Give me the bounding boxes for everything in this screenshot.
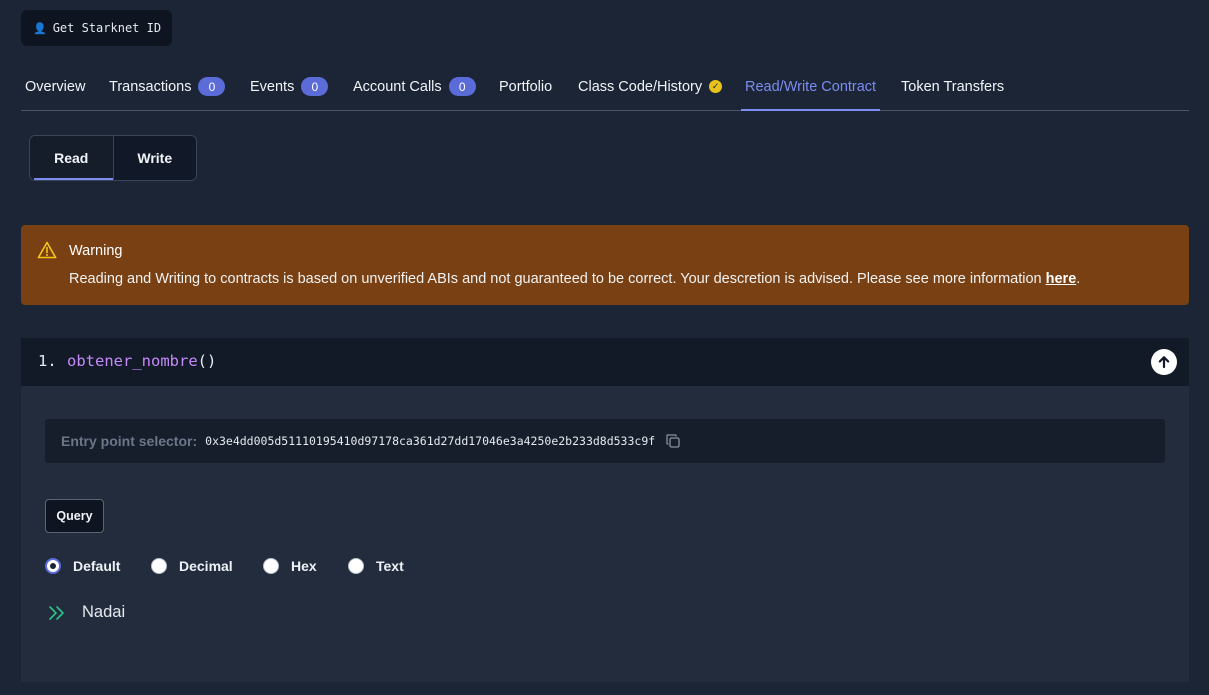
tab-portfolio[interactable]: Portfolio: [499, 63, 552, 110]
function-params: (): [197, 352, 217, 370]
read-write-toggle: Read Write: [29, 135, 197, 181]
format-radio-default-label: Default: [73, 558, 121, 574]
warning-icon: [37, 241, 57, 259]
function-header[interactable]: 1. obtener_nombre(): [21, 338, 1189, 386]
arrow-up-icon: [1158, 356, 1170, 369]
query-result: Nadai: [48, 603, 125, 622]
format-radio-decimal[interactable]: Decimal: [151, 558, 233, 574]
tab-portfolio-label: Portfolio: [499, 78, 553, 95]
get-starknet-id-button[interactable]: 👤 Get Starknet ID: [21, 10, 172, 46]
events-count-badge: 0: [301, 77, 329, 96]
radio-unchecked-icon: [151, 558, 167, 574]
format-radio-hex[interactable]: Hex: [263, 558, 317, 574]
tab-token-transfers[interactable]: Token Transfers: [901, 63, 1004, 110]
warning-title: Warning: [69, 243, 123, 259]
radio-unchecked-icon: [263, 558, 279, 574]
function-name: obtener_nombre: [67, 352, 198, 370]
collapse-button[interactable]: [1151, 349, 1177, 375]
format-radio-text[interactable]: Text: [348, 558, 404, 574]
account-calls-count-badge: 0: [448, 77, 476, 96]
tab-token-transfers-label: Token Transfers: [901, 78, 1005, 95]
copy-icon[interactable]: [665, 433, 681, 449]
tab-class-code-history[interactable]: Class Code/History ✓: [578, 63, 723, 110]
verified-check-icon: ✓: [709, 80, 723, 93]
tab-transactions[interactable]: Transactions 0: [109, 63, 226, 110]
tab-overview-label: Overview: [25, 78, 86, 95]
format-radio-text-label: Text: [376, 558, 404, 574]
tab-overview[interactable]: Overview: [25, 63, 85, 110]
tab-read-write-contract[interactable]: Read/Write Contract: [740, 63, 881, 111]
entry-point-selector-label: Entry point selector:: [61, 433, 198, 449]
query-button[interactable]: Query: [45, 499, 104, 533]
format-radio-decimal-label: Decimal: [179, 558, 233, 574]
warning-more-info-link[interactable]: here: [1046, 271, 1077, 287]
entry-point-selector-value: 0x3e4dd005d51110195410d97178ca361d27dd17…: [205, 434, 656, 448]
tab-events-label: Events: [250, 78, 295, 95]
radio-checked-icon: [45, 558, 61, 574]
tab-class-code-history-label: Class Code/History: [578, 78, 703, 95]
warning-trailing: .: [1076, 271, 1081, 287]
tab-account-calls[interactable]: Account Calls 0: [353, 63, 476, 110]
read-button[interactable]: Read: [30, 136, 113, 180]
warning-banner: Warning Reading and Writing to contracts…: [21, 225, 1189, 305]
format-radio-hex-label: Hex: [291, 558, 317, 574]
warning-message: Reading and Writing to contracts is base…: [69, 271, 1080, 287]
warning-text: Reading and Writing to contracts is base…: [69, 271, 1046, 287]
contract-tabs: Overview Transactions 0 Events 0 Account…: [21, 63, 1189, 111]
function-number: 1.: [38, 352, 57, 370]
tab-transactions-label: Transactions: [109, 78, 192, 95]
person-icon: 👤: [33, 21, 47, 35]
query-result-value: Nadai: [82, 603, 126, 621]
function-panel: 1. obtener_nombre() Entry point selector…: [21, 338, 1189, 682]
format-radio-default[interactable]: Default: [45, 558, 120, 574]
get-starknet-id-label: Get Starknet ID: [52, 21, 162, 35]
radio-unchecked-icon: [348, 558, 364, 574]
function-signature: obtener_nombre(): [67, 352, 216, 370]
tab-read-write-contract-label: Read/Write Contract: [745, 78, 877, 95]
entry-point-selector: Entry point selector: 0x3e4dd005d5111019…: [45, 419, 1165, 463]
double-chevron-right-icon: [49, 605, 64, 620]
tab-events[interactable]: Events 0: [250, 63, 329, 110]
tab-account-calls-label: Account Calls: [353, 78, 442, 95]
write-button[interactable]: Write: [112, 136, 196, 180]
transactions-count-badge: 0: [198, 77, 226, 96]
